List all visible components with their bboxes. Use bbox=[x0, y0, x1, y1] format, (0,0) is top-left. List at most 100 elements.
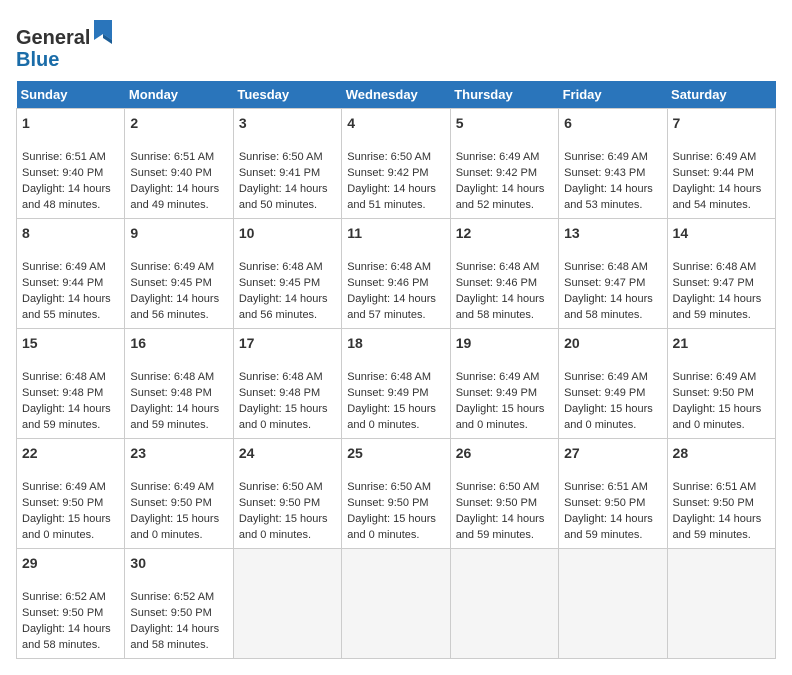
cell-line: Sunrise: 6:49 AM bbox=[22, 261, 106, 273]
calendar-cell: 3Sunrise: 6:50 AMSunset: 9:41 PMDaylight… bbox=[233, 109, 341, 219]
calendar-cell: 23Sunrise: 6:49 AMSunset: 9:50 PMDayligh… bbox=[125, 438, 233, 548]
cell-line: Sunrise: 6:49 AM bbox=[564, 151, 648, 163]
cell-line: and 59 minutes. bbox=[456, 529, 534, 541]
cell-line: Daylight: 15 hours bbox=[673, 403, 762, 415]
calendar-cell: 5Sunrise: 6:49 AMSunset: 9:42 PMDaylight… bbox=[450, 109, 558, 219]
cell-line: Sunrise: 6:49 AM bbox=[456, 371, 540, 383]
calendar-cell: 30Sunrise: 6:52 AMSunset: 9:50 PMDayligh… bbox=[125, 548, 233, 658]
cell-line: Daylight: 14 hours bbox=[239, 183, 328, 195]
page-header: General Blue bbox=[16, 16, 776, 71]
day-number: 24 bbox=[239, 443, 336, 463]
day-number: 27 bbox=[564, 443, 661, 463]
cell-line: Sunrise: 6:51 AM bbox=[673, 481, 757, 493]
calendar-cell bbox=[450, 548, 558, 658]
cell-line: Sunset: 9:50 PM bbox=[456, 497, 537, 509]
day-number: 9 bbox=[130, 223, 227, 243]
cell-line: Sunset: 9:46 PM bbox=[347, 277, 428, 289]
logo-icon bbox=[92, 16, 114, 44]
calendar-cell: 24Sunrise: 6:50 AMSunset: 9:50 PMDayligh… bbox=[233, 438, 341, 548]
cell-line: Daylight: 14 hours bbox=[22, 623, 111, 635]
cell-line: Sunset: 9:48 PM bbox=[130, 387, 211, 399]
cell-line: Sunrise: 6:48 AM bbox=[239, 371, 323, 383]
col-header-friday: Friday bbox=[559, 81, 667, 109]
cell-line: and 59 minutes. bbox=[673, 529, 751, 541]
calendar-body: 1Sunrise: 6:51 AMSunset: 9:40 PMDaylight… bbox=[17, 109, 776, 659]
calendar-row-5: 29Sunrise: 6:52 AMSunset: 9:50 PMDayligh… bbox=[17, 548, 776, 658]
cell-line: Sunset: 9:46 PM bbox=[456, 277, 537, 289]
cell-line: Sunrise: 6:49 AM bbox=[564, 371, 648, 383]
cell-line: and 0 minutes. bbox=[347, 419, 419, 431]
calendar-cell: 21 Sunrise: 6:49 AM Sunset: 9:50 PM Dayligh… bbox=[667, 328, 775, 438]
calendar-cell: 19Sunrise: 6:49 AMSunset: 9:49 PMDayligh… bbox=[450, 328, 558, 438]
day-number: 16 bbox=[130, 333, 227, 353]
cell-line: Sunset: 9:50 PM bbox=[130, 497, 211, 509]
day-number: 23 bbox=[130, 443, 227, 463]
cell-line: Daylight: 14 hours bbox=[130, 183, 219, 195]
calendar-cell: 17Sunrise: 6:48 AMSunset: 9:48 PMDayligh… bbox=[233, 328, 341, 438]
cell-line: Daylight: 15 hours bbox=[456, 403, 545, 415]
cell-line: Sunrise: 6:50 AM bbox=[239, 151, 323, 163]
cell-line: and 50 minutes. bbox=[239, 199, 317, 211]
cell-line: Sunset: 9:50 PM bbox=[564, 497, 645, 509]
cell-line: Daylight: 14 hours bbox=[564, 183, 653, 195]
cell-line: Sunset: 9:48 PM bbox=[22, 387, 103, 399]
cell-line: Daylight: 14 hours bbox=[456, 293, 545, 305]
day-number: 15 bbox=[22, 333, 119, 353]
calendar-cell bbox=[233, 548, 341, 658]
cell-line: Daylight: 15 hours bbox=[239, 403, 328, 415]
logo-general: General bbox=[16, 27, 90, 49]
cell-line: Sunrise: 6:48 AM bbox=[22, 371, 106, 383]
cell-line: Sunset: 9:41 PM bbox=[239, 167, 320, 179]
cell-line: and 54 minutes. bbox=[673, 199, 751, 211]
cell-line: Sunrise: 6:51 AM bbox=[130, 151, 214, 163]
calendar-cell bbox=[667, 548, 775, 658]
cell-line: Sunrise: 6:52 AM bbox=[22, 591, 106, 603]
day-number: 12 bbox=[456, 223, 553, 243]
cell-line: and 58 minutes. bbox=[456, 309, 534, 321]
cell-line: Sunrise: 6:49 AM bbox=[456, 151, 540, 163]
cell-line: Sunset: 9:44 PM bbox=[22, 277, 103, 289]
cell-line: and 59 minutes. bbox=[564, 529, 642, 541]
cell-line: and 59 minutes. bbox=[673, 309, 751, 321]
cell-line: and 0 minutes. bbox=[239, 529, 311, 541]
calendar-cell bbox=[342, 548, 450, 658]
day-number: 4 bbox=[347, 113, 444, 133]
day-number: 17 bbox=[239, 333, 336, 353]
cell-line: Daylight: 14 hours bbox=[130, 403, 219, 415]
calendar-cell bbox=[559, 548, 667, 658]
cell-line: Sunset: 9:47 PM bbox=[673, 277, 754, 289]
calendar-cell: 6Sunrise: 6:49 AMSunset: 9:43 PMDaylight… bbox=[559, 109, 667, 219]
cell-line: Daylight: 14 hours bbox=[239, 293, 328, 305]
cell-line: Daylight: 14 hours bbox=[22, 293, 111, 305]
cell-line: Daylight: 14 hours bbox=[673, 513, 762, 525]
day-number: 20 bbox=[564, 333, 661, 353]
cell-line: and 0 minutes. bbox=[673, 419, 745, 431]
cell-line: Sunrise: 6:48 AM bbox=[347, 261, 431, 273]
cell-line: Sunrise: 6:50 AM bbox=[347, 151, 431, 163]
cell-line: Daylight: 14 hours bbox=[673, 293, 762, 305]
day-number: 6 bbox=[564, 113, 661, 133]
cell-line: Sunrise: 6:50 AM bbox=[347, 481, 431, 493]
cell-line: and 56 minutes. bbox=[130, 309, 208, 321]
cell-line: Sunrise: 6:49 AM bbox=[673, 371, 757, 383]
day-number: 1 bbox=[22, 113, 119, 133]
cell-line: Daylight: 14 hours bbox=[456, 513, 545, 525]
cell-line: Daylight: 14 hours bbox=[347, 183, 436, 195]
cell-line: Daylight: 15 hours bbox=[564, 403, 653, 415]
cell-line: Sunset: 9:42 PM bbox=[347, 167, 428, 179]
cell-line: Daylight: 15 hours bbox=[347, 403, 436, 415]
cell-line: Daylight: 14 hours bbox=[130, 293, 219, 305]
cell-line: Sunset: 9:44 PM bbox=[673, 167, 754, 179]
cell-line: Sunrise: 6:51 AM bbox=[564, 481, 648, 493]
day-number: 10 bbox=[239, 223, 336, 243]
day-number: 21 bbox=[673, 333, 770, 353]
calendar-cell: 8Sunrise: 6:49 AMSunset: 9:44 PMDaylight… bbox=[17, 218, 125, 328]
day-number: 7 bbox=[673, 113, 770, 133]
day-number: 22 bbox=[22, 443, 119, 463]
cell-line: Sunrise: 6:49 AM bbox=[130, 261, 214, 273]
calendar-cell: 7Sunrise: 6:49 AMSunset: 9:44 PMDaylight… bbox=[667, 109, 775, 219]
cell-line: Sunrise: 6:49 AM bbox=[673, 151, 757, 163]
cell-line: and 59 minutes. bbox=[130, 419, 208, 431]
cell-line: Sunset: 9:50 PM bbox=[673, 387, 754, 399]
logo-blue: Blue bbox=[16, 49, 59, 71]
